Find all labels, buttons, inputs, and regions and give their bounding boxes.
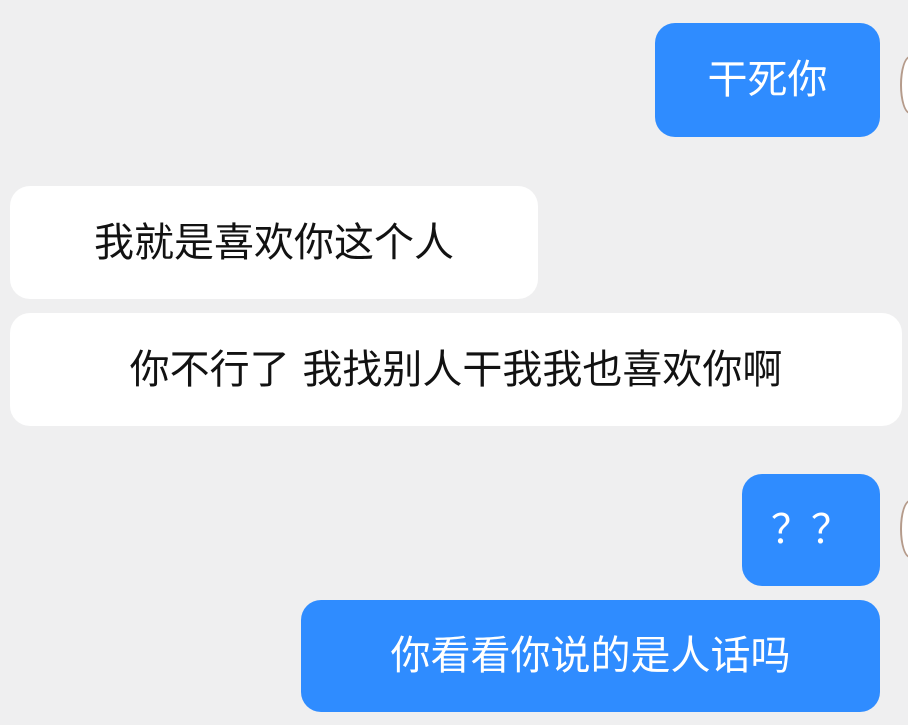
- message-bubble-sent[interactable]: ？？: [742, 474, 880, 586]
- avatar[interactable]: [900, 500, 908, 558]
- message-bubble-received[interactable]: 你不行了 我找别人干我我也喜欢你啊: [10, 313, 902, 426]
- message-bubble-sent[interactable]: 你看看你说的是人话吗: [301, 600, 880, 712]
- message-text: 干死你: [707, 57, 828, 103]
- message-text: 你不行了 我找别人干我我也喜欢你啊: [129, 346, 783, 393]
- avatar[interactable]: [900, 56, 908, 114]
- message-text: 你看看你说的是人话吗: [390, 633, 791, 679]
- message-bubble-received[interactable]: 我就是喜欢你这个人: [10, 186, 538, 299]
- message-bubble-sent[interactable]: 干死你: [655, 23, 880, 137]
- message-text: ？？: [771, 507, 851, 553]
- message-text: 我就是喜欢你这个人: [94, 219, 454, 266]
